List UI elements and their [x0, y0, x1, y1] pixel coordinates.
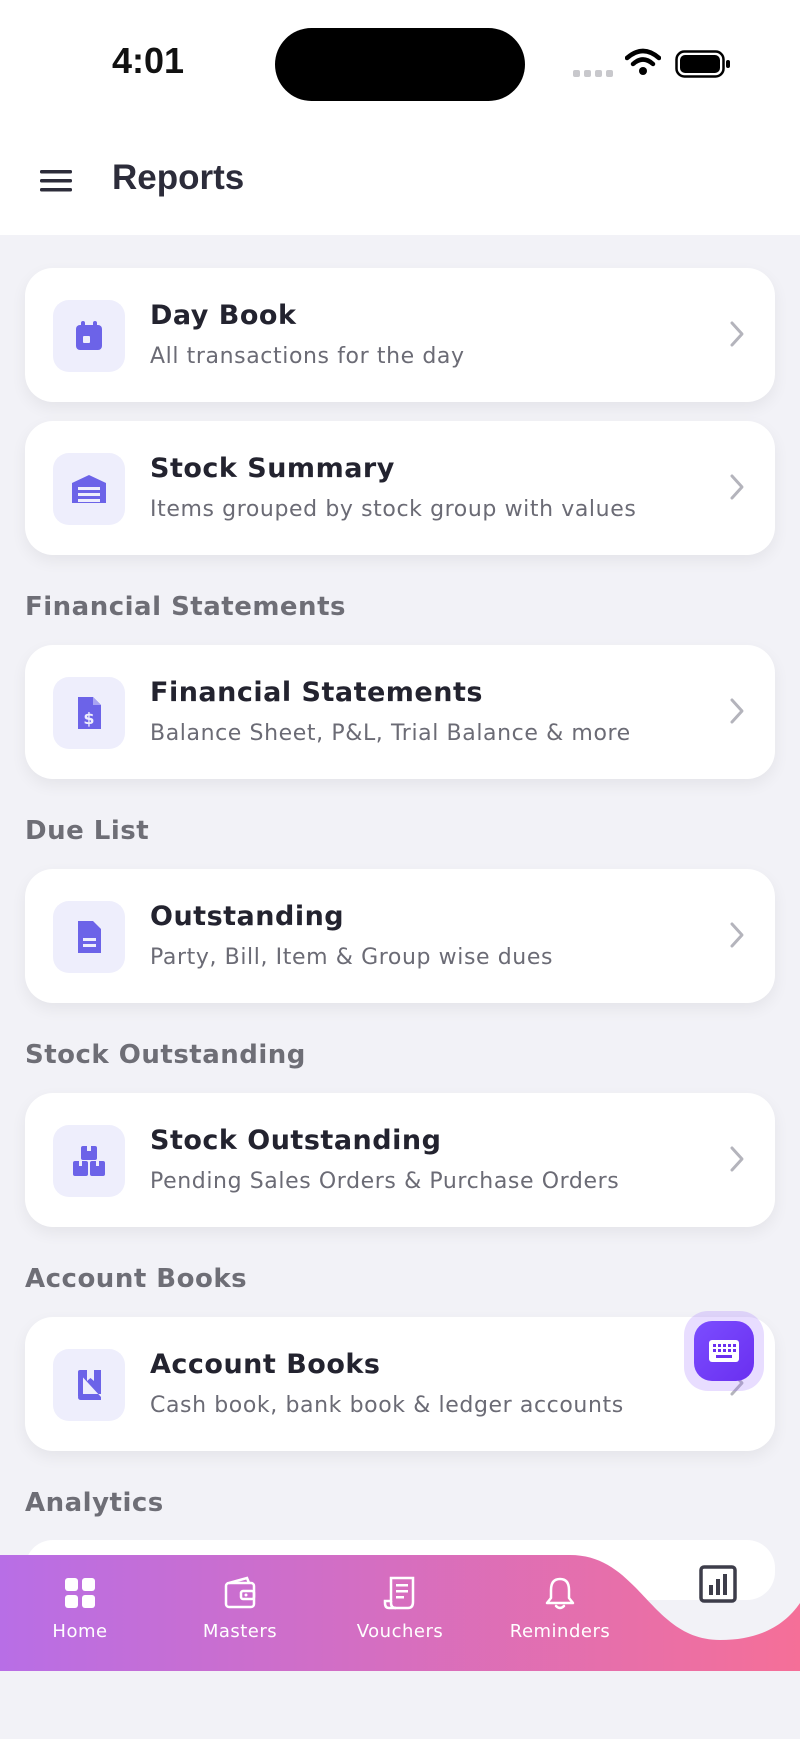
- calendar-icon: [53, 300, 125, 372]
- chevron-right-icon: [730, 321, 744, 347]
- card-subtitle: Balance Sheet, P&L, Trial Balance & more: [150, 721, 631, 746]
- battery-icon: [675, 50, 730, 78]
- hamburger-menu-icon[interactable]: [40, 168, 72, 194]
- book-icon: [53, 1349, 125, 1421]
- card-subtitle: Items grouped by stock group with values: [150, 497, 637, 522]
- section-label: Account Books: [25, 1264, 248, 1294]
- status-time: 4:01: [112, 40, 185, 81]
- chevron-right-icon: [730, 922, 744, 948]
- dollar-document-icon: $: [53, 677, 125, 749]
- document-icon: [53, 901, 125, 973]
- chevron-right-icon: [730, 474, 744, 500]
- svg-text:$: $: [83, 709, 94, 728]
- tab-vouchers[interactable]: Vouchers: [320, 1555, 480, 1671]
- status-bar: 4:01: [0, 0, 800, 130]
- outstanding-card[interactable]: Outstanding Party, Bill, Item & Group wi…: [25, 869, 775, 1003]
- section-label: Analytics: [25, 1488, 164, 1518]
- card-subtitle: Pending Sales Orders & Purchase Orders: [150, 1169, 620, 1194]
- stock-summary-card[interactable]: Stock Summary Items grouped by stock gro…: [25, 421, 775, 555]
- grid-icon: [65, 1578, 95, 1608]
- card-title: Stock Outstanding: [150, 1125, 442, 1156]
- section-label: Financial Statements: [25, 592, 346, 622]
- page-title: Reports: [112, 158, 245, 197]
- tab-label: Masters: [202, 1621, 278, 1642]
- keyboard-fab[interactable]: [684, 1311, 764, 1391]
- stock-outstanding-card[interactable]: Stock Outstanding Pending Sales Orders &…: [25, 1093, 775, 1227]
- chevron-right-icon: [730, 698, 744, 724]
- tab-masters[interactable]: Masters: [160, 1555, 320, 1671]
- section-label: Due List: [25, 816, 150, 846]
- card-subtitle: Cash book, bank book & ledger accounts: [150, 1393, 624, 1418]
- section-label: Stock Outstanding: [25, 1040, 306, 1070]
- card-subtitle: All transactions for the day: [150, 344, 465, 369]
- tab-home[interactable]: Home: [0, 1555, 160, 1671]
- card-title: Outstanding: [150, 901, 345, 932]
- tab-label: Home: [52, 1621, 108, 1642]
- warehouse-icon: [53, 453, 125, 525]
- day-book-card[interactable]: Day Book All transactions for the day: [25, 268, 775, 402]
- tab-label: Reminders: [509, 1621, 611, 1642]
- card-title: Account Books: [150, 1349, 381, 1380]
- receipt-icon: [383, 1576, 415, 1610]
- bell-icon: [545, 1577, 575, 1610]
- wifi-icon: [625, 48, 661, 75]
- account-books-card[interactable]: Account Books Cash book, bank book & led…: [25, 1317, 775, 1451]
- dynamic-island: [275, 28, 525, 101]
- home-indicator-area: [0, 1671, 800, 1739]
- card-title: Day Book: [150, 300, 297, 331]
- chevron-right-icon: [730, 1146, 744, 1172]
- tab-reminders[interactable]: Reminders: [480, 1555, 640, 1671]
- card-subtitle: Party, Bill, Item & Group wise dues: [150, 945, 554, 970]
- wallet-icon: [224, 1576, 256, 1609]
- card-title: Stock Summary: [150, 453, 395, 484]
- keyboard-icon: [709, 1340, 739, 1362]
- financial-statements-card[interactable]: $ Financial Statements Balance Sheet, P&…: [25, 645, 775, 779]
- cellular-signal-icon: [573, 70, 613, 77]
- bar-chart-icon[interactable]: [697, 1563, 741, 1607]
- app-header: Reports: [0, 130, 800, 235]
- card-title: Financial Statements: [150, 677, 483, 708]
- boxes-icon: [53, 1125, 125, 1197]
- tab-label: Vouchers: [356, 1621, 444, 1642]
